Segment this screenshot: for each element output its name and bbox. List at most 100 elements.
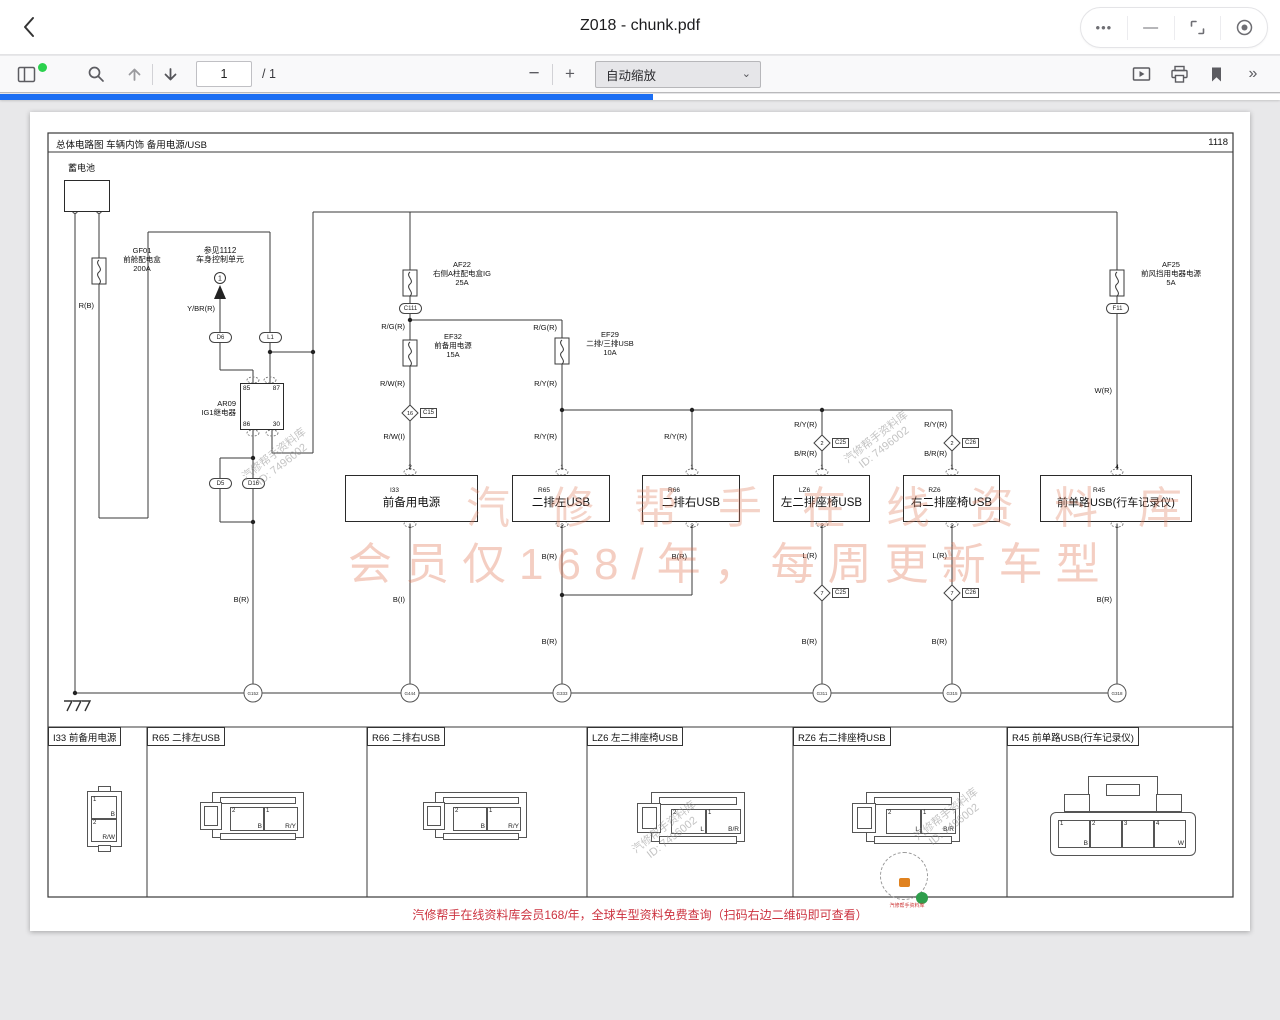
wire-label: B/R(R) [773, 449, 817, 458]
pin-number: 1 [945, 464, 959, 471]
more-options-icon[interactable]: ••• [1081, 16, 1127, 40]
wire-label: B(R) [643, 552, 687, 561]
diamond-label-c25: C25 [832, 438, 849, 448]
pin-number: 1 [1110, 523, 1124, 530]
connector-view-r45: 1B 2 3 4W [1048, 768, 1198, 864]
page-number-input[interactable] [196, 61, 252, 87]
svg-text:G315: G315 [946, 691, 958, 696]
wire-label: L(R) [773, 551, 817, 560]
svg-text:16: 16 [407, 411, 413, 417]
component-lz6: LZ6左二排座椅USB [773, 475, 870, 522]
stamp-text: 汽修帮手资料库 [872, 902, 942, 909]
pin-number: 1 [403, 523, 417, 530]
panel-header-i33: I33 前备用电源 [48, 727, 121, 746]
battery-box [64, 180, 110, 212]
component-rz6: RZ6右二排座椅USB [903, 475, 1000, 522]
zoom-out-icon[interactable]: − [520, 60, 548, 88]
presentation-mode-icon[interactable] [1127, 60, 1155, 88]
window-titlebar: Z018 - chunk.pdf ••• — [0, 0, 1280, 55]
pdf-page: 1 [30, 112, 1250, 931]
relay-ar09-box: 85 87 86 30 [240, 383, 284, 430]
pdf-viewer[interactable]: 1 [0, 100, 1280, 1020]
search-icon[interactable] [82, 60, 110, 88]
wire-label: R/W(R) [361, 379, 405, 388]
wire-label: R/Y(R) [513, 379, 557, 388]
bookmark-icon[interactable] [1202, 60, 1230, 88]
component-r66: R66二排右USB [642, 475, 740, 522]
relay-ar09-label: AR09IG1继电器 [182, 399, 236, 417]
component-i33: I33前备用电源 [345, 475, 478, 522]
wire-label: B(R) [1068, 595, 1112, 604]
connector-d16: D16 [242, 478, 265, 489]
pin-number: 4 [1110, 464, 1124, 471]
pin-number: 1 [685, 464, 699, 471]
svg-text:G152: G152 [247, 691, 259, 696]
wire-label: B(I) [361, 595, 405, 604]
connector-f11: F11 [1106, 303, 1129, 314]
pin-number: 2 [815, 523, 829, 530]
next-page-icon[interactable] [156, 60, 184, 88]
record-icon[interactable] [1220, 16, 1267, 40]
wire-label: Y/BR(R) [171, 304, 215, 313]
print-icon[interactable] [1165, 60, 1193, 88]
zoom-select-value: 自动缩放 [606, 65, 656, 84]
window-controls: ••• — [1080, 7, 1268, 48]
sidebar-toggle-icon[interactable] [12, 60, 40, 88]
fuse-ef32-label: EF32前备用电源15A [421, 332, 485, 359]
toolbar-divider [152, 64, 153, 85]
ref-module-label: 参见1112车身控制单元 [178, 246, 262, 264]
toolbar-more-icon[interactable]: » [1239, 60, 1267, 88]
zoom-select[interactable]: 自动缩放 ⌄ [595, 61, 761, 88]
diamond-label-c25-lower: C25 [832, 588, 849, 598]
svg-text:1: 1 [218, 276, 222, 283]
diagram-page-number: 1118 [1188, 137, 1228, 148]
connector-view-i33: 1B 2R/W [87, 786, 123, 852]
loading-progress-fill [0, 94, 653, 100]
panel-header-r66: R66 二排右USB [367, 727, 445, 746]
wire-label: R/Y(R) [773, 420, 817, 429]
panel-header-lz6: LZ6 左二排座椅USB [587, 727, 683, 746]
wire-label: R/G(R) [361, 322, 405, 331]
connector-d6: D6 [209, 332, 232, 343]
watermark-stamp: 汽修帮手资料库 [878, 852, 934, 908]
toolbar-divider [552, 64, 553, 85]
wire-label: B(R) [773, 637, 817, 646]
diamond-label-c15: C15 [420, 408, 437, 418]
pin-number: 2 [945, 523, 959, 530]
page-count-label: / 1 [262, 67, 276, 81]
minimize-icon[interactable]: — [1127, 16, 1174, 40]
wire-label: R(B) [50, 301, 94, 310]
svg-text:G333: G333 [556, 691, 568, 696]
svg-text:7: 7 [950, 591, 953, 597]
resize-icon[interactable] [1174, 16, 1221, 40]
ref-module-arrow: 1 [214, 273, 226, 300]
loading-progress-bar [0, 94, 1280, 100]
zoom-in-icon[interactable]: + [556, 60, 584, 88]
connector-view-r65: 2B 1R/Y [200, 792, 304, 844]
wire-label: R/Y(R) [643, 432, 687, 441]
svg-text:7: 7 [820, 591, 823, 597]
wire-label: B/R(R) [903, 449, 947, 458]
svg-text:G444: G444 [404, 691, 416, 696]
pin-number: 1 [555, 464, 569, 471]
wire-label: W(R) [1068, 386, 1112, 395]
pdf-toolbar: / 1 − + 自动缩放 ⌄ » [0, 56, 1280, 93]
panel-header-r45: R45 前单路USB(行车记录仪) [1007, 727, 1139, 746]
svg-text:2: 2 [820, 441, 823, 447]
chevron-down-icon: ⌄ [742, 67, 751, 80]
wire-label: B(R) [205, 595, 249, 604]
fuse-af22-label: AF22右侧A柱配电盒IG25A [420, 260, 504, 287]
pin-number: 2 [555, 523, 569, 530]
previous-page-icon[interactable] [120, 60, 148, 88]
promo-caption: 汽修帮手在线资料库会员168/年，全球车型资料免费查询（扫码右边二维码即可查看） [30, 906, 1250, 923]
connector-c111: C111 [399, 303, 422, 314]
diagram-title: 总体电路图 车辆内饰 备用电源/USB [56, 137, 207, 151]
wire-label: B(R) [513, 637, 557, 646]
earth-ground-icon [64, 701, 90, 711]
stamp-logo [899, 878, 910, 887]
wire-label: L(R) [903, 551, 947, 560]
wire-label: B(R) [903, 637, 947, 646]
svg-text:G311: G311 [817, 691, 828, 696]
connector-view-rz6: 2L 1B/R [852, 792, 960, 848]
pin-number: 1 [815, 464, 829, 471]
